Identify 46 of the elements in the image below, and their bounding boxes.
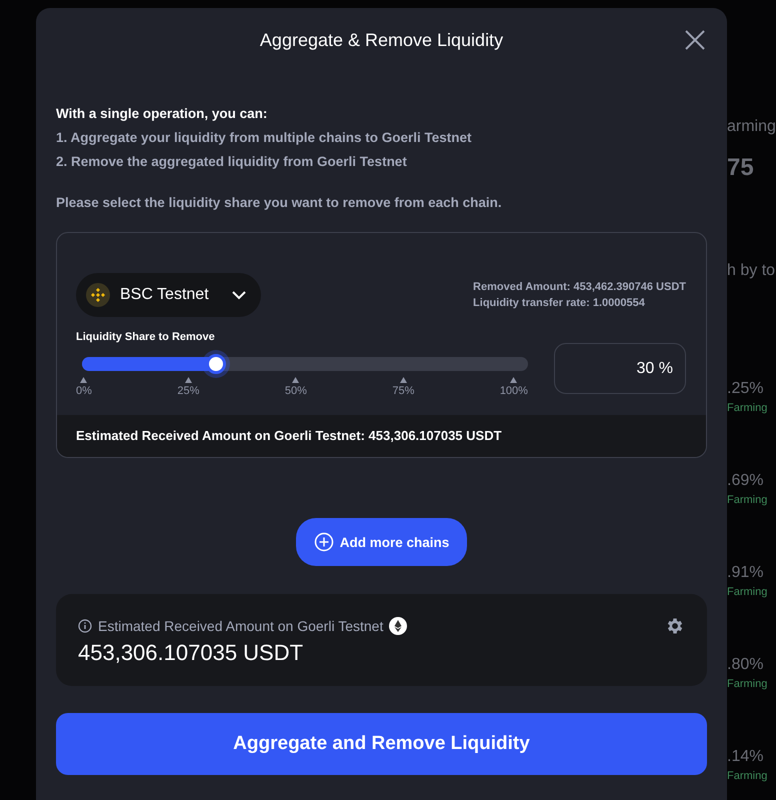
instruction-text: Please select the liquidity share you want to remove from each chain. [56,195,503,210]
removed-amount: Removed Amount: 453,462.390746 USDT [473,281,686,293]
background-text: Farming [727,678,768,690]
chain-logo-icon [86,283,110,307]
slider-thumb[interactable] [206,354,226,374]
add-chains-button[interactable]: Add more chains [296,518,468,566]
tick-label: 100% [500,385,528,397]
background-text: .80% [727,656,764,674]
summary-amount: 453,306.107035 USDT [78,640,304,666]
background-text: Farming [727,586,768,598]
step-text: 2. Remove the aggregated liquidity from Goerli Testnet [56,154,408,169]
background-text: Farming [727,402,768,414]
tick-marker-icon [80,377,88,383]
tick-label: 50% [284,385,307,397]
background-text: .69% [727,472,764,490]
background-text: 75 [727,154,755,182]
transfer-rate: Liquidity transfer rate: 1.0000554 [473,297,645,309]
share-slider[interactable] [82,357,528,371]
submit-button[interactable]: Aggregate and Remove Liquidity [56,713,707,775]
background-text: Farming [727,494,768,506]
background-text: arming [727,118,776,136]
slider-label: Liquidity Share to Remove [76,331,216,343]
close-button[interactable] [683,28,707,52]
tick-marker-icon [184,377,192,383]
chain-dropdown[interactable]: BSC Testnet [76,273,261,317]
info-icon [78,619,92,633]
summary-label: Estimated Received Amount on Goerli Testnet [98,618,384,634]
dialog-title: Aggregate & Remove Liquidity [260,30,504,50]
percent-input[interactable]: 30 % [554,343,686,394]
plus-circle-icon [314,532,334,552]
background-text: .14% [727,748,764,766]
tick-marker-icon [400,377,407,383]
background-text: h by to [727,262,776,280]
step-text: 1. Aggregate your liquidity from multiple chains to Goerli Testnet [56,130,473,145]
ethereum-icon [389,617,408,635]
intro-heading: With a single operation, you can: [56,106,268,121]
tick-label: 25% [177,385,200,397]
settings-icon[interactable] [665,616,685,636]
tick-marker-icon [292,377,300,383]
background-text: .25% [727,380,764,398]
background-text: .91% [727,564,764,582]
estimate-text: Estimated Received Amount on Goerli Testnet: 453,306.107035 USDT [76,428,502,443]
background-text: Farming [727,770,768,782]
tick-label: 75% [392,385,414,397]
tick-label: 0% [76,385,92,397]
tick-marker-icon [510,377,518,383]
